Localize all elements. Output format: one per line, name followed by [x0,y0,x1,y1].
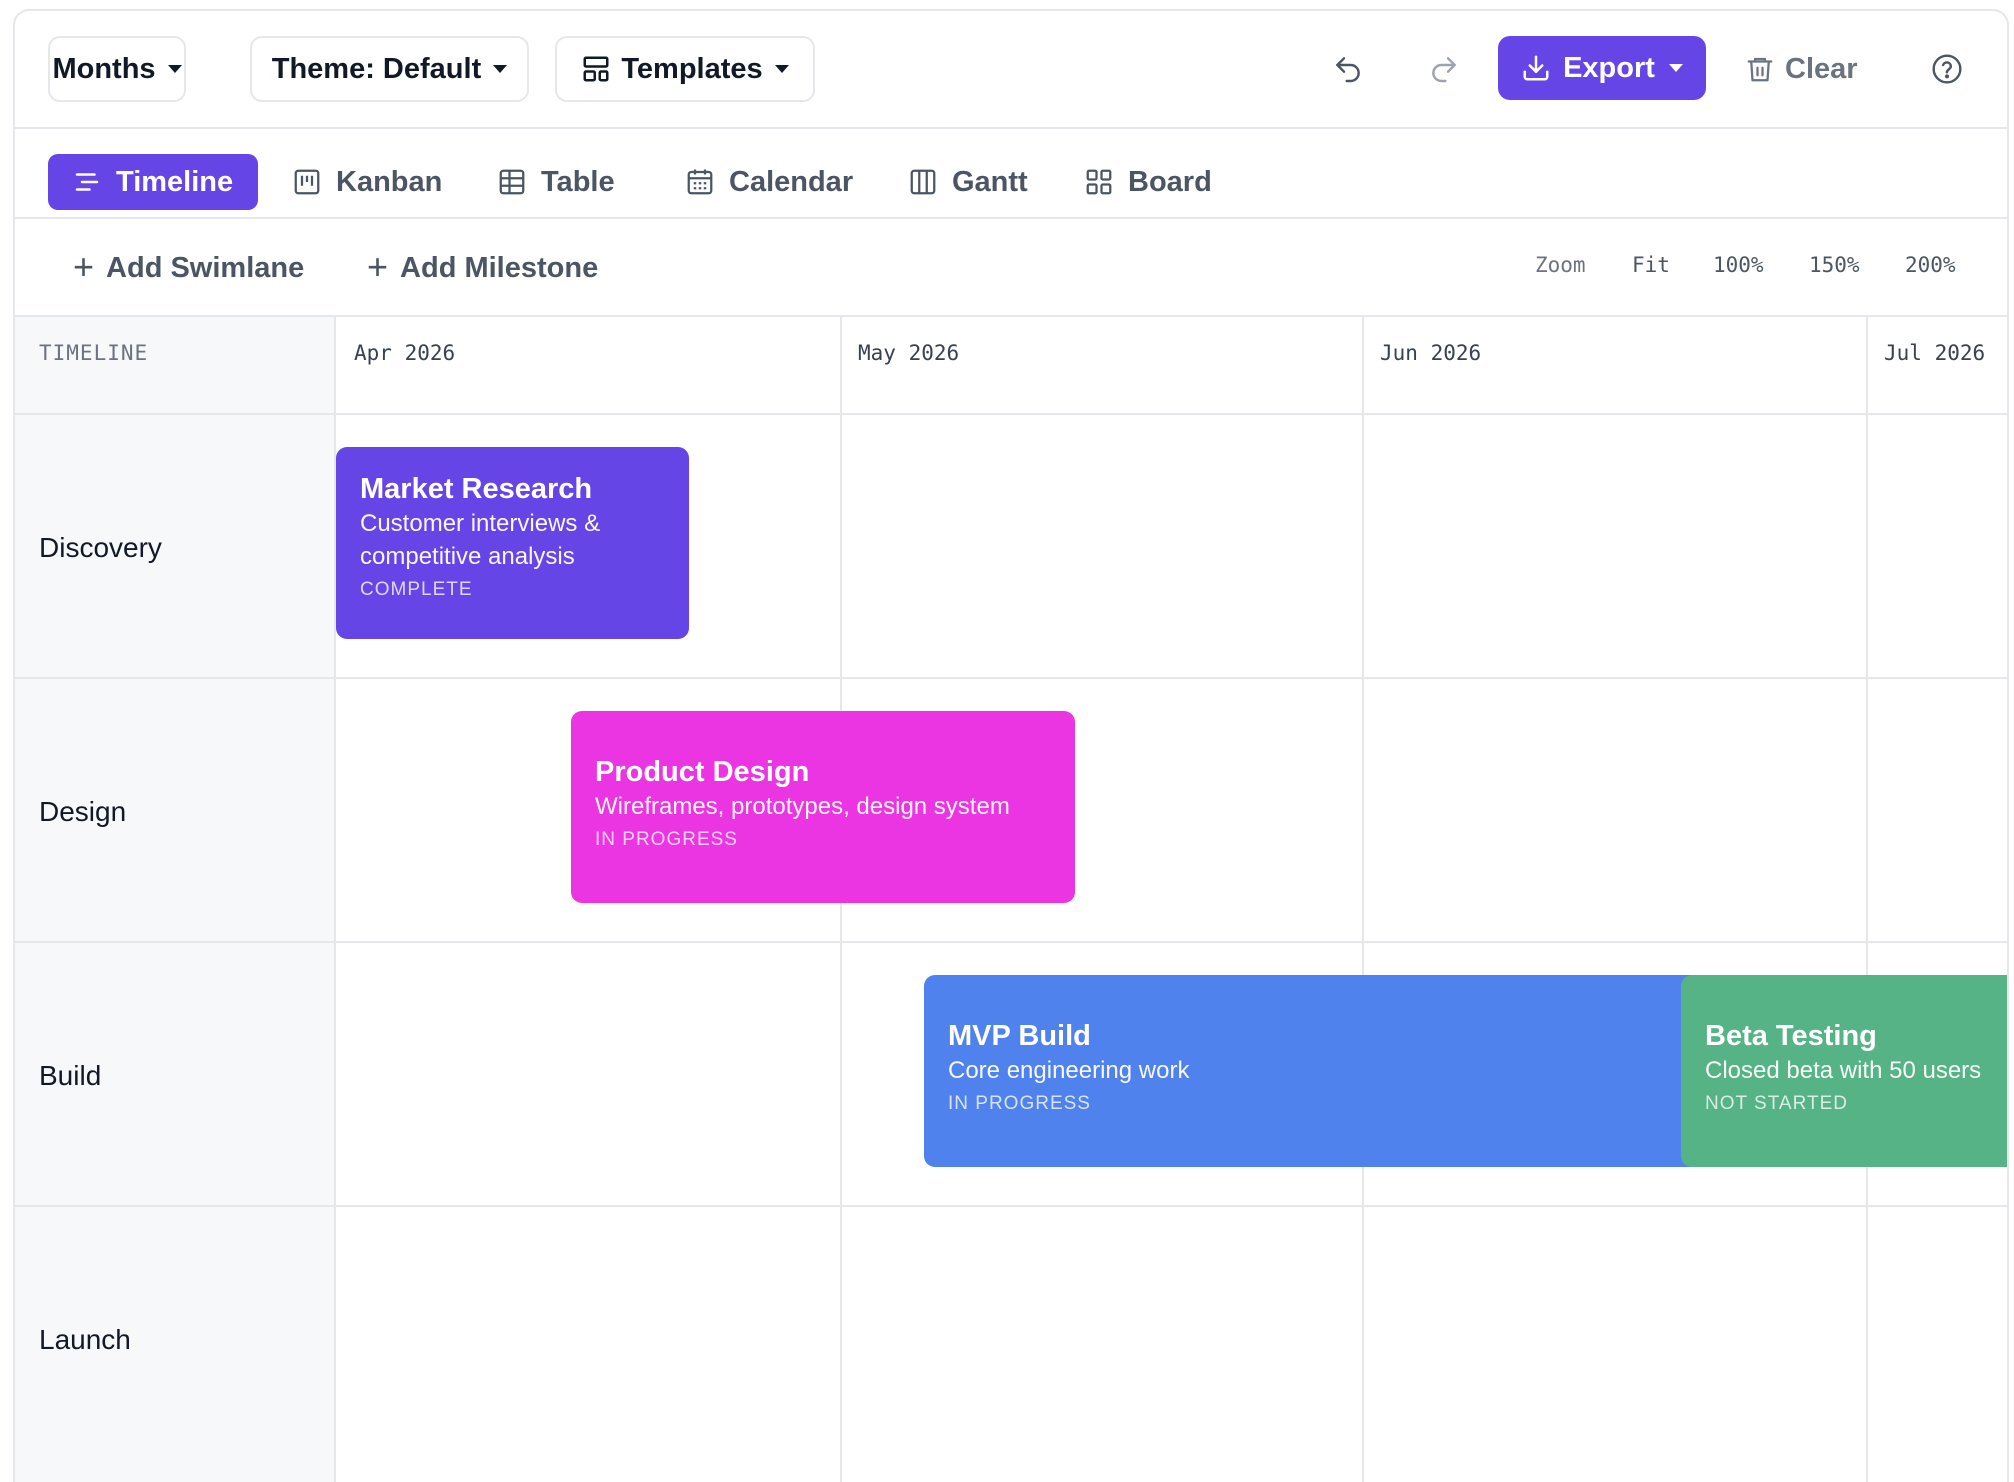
redo-button[interactable] [1416,41,1472,97]
theme-label: Theme: Default [271,52,482,85]
chevron-down-icon [1668,64,1683,72]
tab-label: Kanban [336,165,443,198]
lane-divider [15,1205,2007,1207]
timeline-grid: TIMELINE Apr 2026 May 2026 Jun 2026 Jul … [15,317,2007,1482]
view-tabs: Timeline Kanban Table Calendar Gantt Boa… [15,129,2007,219]
tab-gantt[interactable]: Gantt [908,154,1028,210]
gantt-icon [910,169,936,195]
calendar-icon [687,169,713,195]
add-milestone-label: Add Milestone [400,251,599,284]
timeline-header-label: TIMELINE [39,341,149,365]
help-icon [1932,54,1962,84]
task-description: Closed beta with 50 users [1705,1057,1982,1084]
actions-bar: + Add Swimlane + Add Milestone Zoom Fit … [15,219,2007,317]
month-divider [1866,317,1868,1482]
tab-kanban[interactable]: Kanban [292,154,442,210]
tab-label: Timeline [116,165,234,198]
templates-label: Templates [621,52,763,85]
timeline-icon [75,173,99,191]
download-icon [1523,55,1549,81]
chevron-down-icon [774,65,789,73]
tab-label: Calendar [729,165,854,198]
undo-icon [1336,57,1360,83]
tab-board[interactable]: Board [1084,154,1212,210]
redo-icon [1432,57,1456,83]
add-swimlane-label: Add Swimlane [106,251,305,284]
export-label: Export [1563,51,1655,84]
tab-calendar[interactable]: Calendar [685,154,853,210]
tab-label: Table [541,165,615,198]
task-status: NOT STARTED [1705,1093,1848,1114]
trash-icon [1747,57,1773,82]
templates-dropdown[interactable]: Templates [555,36,815,102]
swimlane-launch[interactable]: Launch [39,1324,131,1356]
zoom-label: Zoom [1535,253,1586,277]
month-header: Apr 2026 [354,341,456,365]
add-milestone-button[interactable]: + Add Milestone [367,247,598,289]
task-description: Customer interviews & competitive analys… [360,510,601,570]
chevron-down-icon [493,65,508,73]
templates-icon [583,56,609,82]
task-market-research[interactable]: Market Research Customer interviews & co… [336,447,689,639]
task-title: Beta Testing [1705,1020,1877,1052]
month-header: Jul 2026 [1884,341,1986,365]
month-header: May 2026 [858,341,960,365]
help-button[interactable] [1919,41,1975,97]
zoom-fit-button[interactable]: Fit [1632,253,1670,277]
theme-dropdown[interactable]: Theme: Default [250,36,529,102]
clear-label: Clear [1785,52,1858,85]
undo-button[interactable] [1320,41,1376,97]
plus-icon: + [367,246,389,287]
task-description: Wireframes, prototypes, design system [595,793,1010,820]
months-label: Months [52,52,156,85]
zoom-100-button[interactable]: 100% [1713,253,1764,277]
task-product-design[interactable]: Product Design Wireframes, prototypes, d… [571,711,1075,903]
task-title: Market Research [360,473,593,505]
add-swimlane-button[interactable]: + Add Swimlane [73,247,304,289]
zoom-150-button[interactable]: 150% [1809,253,1860,277]
tab-label: Gantt [952,165,1028,198]
lane-divider [15,941,2007,943]
chevron-down-icon [167,65,182,73]
month-header: Jun 2026 [1380,341,1482,365]
header-divider [15,413,2007,415]
kanban-icon [294,169,320,195]
task-title: Product Design [595,756,810,788]
tab-label: Board [1128,165,1212,198]
export-button[interactable]: Export [1498,36,1706,100]
timeline-app: Months Theme: Default Templates Export C… [13,9,2009,1482]
swimlane-design[interactable]: Design [39,796,126,828]
toolbar: Months Theme: Default Templates Export C… [15,11,2007,129]
task-status: COMPLETE [360,579,473,600]
lane-divider [15,677,2007,679]
clear-button[interactable]: Clear [1745,39,1858,99]
table-icon [499,169,525,195]
months-dropdown[interactable]: Months [48,36,186,102]
task-beta-testing[interactable]: Beta Testing Closed beta with 50 users N… [1681,975,2007,1167]
zoom-200-button[interactable]: 200% [1905,253,1956,277]
month-divider [1362,317,1364,1482]
tab-table[interactable]: Table [497,154,615,210]
plus-icon: + [73,246,95,287]
board-icon [1086,169,1112,195]
swimlane-label-column [15,317,336,1482]
task-status: IN PROGRESS [595,829,738,850]
tab-timeline[interactable]: Timeline [48,154,258,210]
swimlane-build[interactable]: Build [39,1060,101,1092]
swimlane-discovery[interactable]: Discovery [39,532,162,564]
